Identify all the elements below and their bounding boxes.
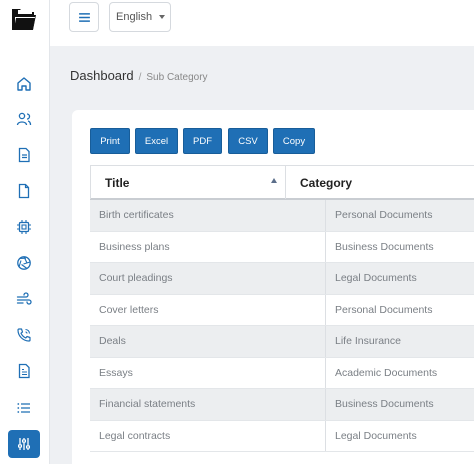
phone-call-icon[interactable] <box>13 324 35 346</box>
table-row[interactable]: Court pleadings Legal Documents <box>90 263 474 295</box>
sort-ascending-icon <box>271 178 277 183</box>
table-header: Title Category <box>90 165 474 200</box>
cell-category: Legal Documents <box>325 420 474 451</box>
sidebar <box>0 0 50 464</box>
column-header-category[interactable]: Category <box>285 166 474 199</box>
file-icon[interactable] <box>13 180 35 202</box>
cell-category: Academic Documents <box>325 357 474 388</box>
cell-category: Business Documents <box>325 389 474 420</box>
cell-title: Court pleadings <box>99 272 173 285</box>
csv-button[interactable]: CSV <box>228 128 268 154</box>
breadcrumb: Dashboard / Sub Category <box>70 68 208 83</box>
menu-toggle-button[interactable] <box>69 2 99 32</box>
aperture-icon[interactable] <box>13 252 35 274</box>
cell-title: Financial statements <box>99 398 196 411</box>
subcategory-table: Title Category Birth certificates Persona… <box>90 165 474 452</box>
cell-category: Business Documents <box>325 231 474 262</box>
cell-title: Deals <box>99 335 126 348</box>
topbar: English <box>50 0 474 46</box>
hamburger-icon <box>78 12 90 22</box>
table-row[interactable]: Legal contracts Legal Documents <box>90 420 474 452</box>
table-row[interactable]: Financial statements Business Documents <box>90 389 474 421</box>
cell-title: Legal contracts <box>99 429 171 442</box>
cell-category: Life Insurance <box>325 326 474 357</box>
cell-title: Essays <box>99 366 133 379</box>
document-icon[interactable] <box>13 144 35 166</box>
cell-category: Legal Documents <box>325 263 474 294</box>
table-row[interactable]: Essays Academic Documents <box>90 357 474 389</box>
cell-category: Personal Documents <box>325 200 474 231</box>
folder-logo-icon[interactable] <box>10 6 38 32</box>
language-label: English <box>116 11 153 23</box>
column-header-title-label: Title <box>105 175 130 190</box>
breadcrumb-separator: / <box>138 72 142 83</box>
cell-title: Birth certificates <box>99 209 174 222</box>
cell-category: Personal Documents <box>325 294 474 325</box>
excel-button[interactable]: Excel <box>135 128 178 154</box>
chevron-down-icon <box>159 15 165 19</box>
column-header-category-label: Category <box>300 175 353 190</box>
column-header-title[interactable]: Title <box>90 166 285 199</box>
users-icon[interactable] <box>13 108 35 130</box>
language-select[interactable]: English <box>109 2 171 32</box>
home-icon[interactable] <box>13 73 35 95</box>
wind-icon[interactable] <box>13 288 35 310</box>
cell-title: Cover letters <box>99 303 159 316</box>
content-card: Print Excel PDF CSV Copy Title Category … <box>72 110 474 464</box>
breadcrumb-current: Sub Category <box>146 72 208 83</box>
pdf-button[interactable]: PDF <box>183 128 222 154</box>
sliders-icon[interactable] <box>8 430 40 458</box>
table-row[interactable]: Birth certificates Personal Documents <box>90 200 474 232</box>
list-icon[interactable] <box>13 397 35 419</box>
copy-button[interactable]: Copy <box>273 128 315 154</box>
table-row[interactable]: Cover letters Personal Documents <box>90 294 474 326</box>
table-row[interactable]: Deals Life Insurance <box>90 326 474 358</box>
table-body: Birth certificates Personal Documents Busi… <box>90 200 474 452</box>
file-text-icon[interactable] <box>13 360 35 382</box>
cell-title: Business plans <box>99 240 170 253</box>
table-row[interactable]: Business plans Business Documents <box>90 231 474 263</box>
print-button[interactable]: Print <box>90 128 130 154</box>
breadcrumb-dashboard-link[interactable]: Dashboard <box>70 68 134 83</box>
cpu-icon[interactable] <box>13 216 35 238</box>
